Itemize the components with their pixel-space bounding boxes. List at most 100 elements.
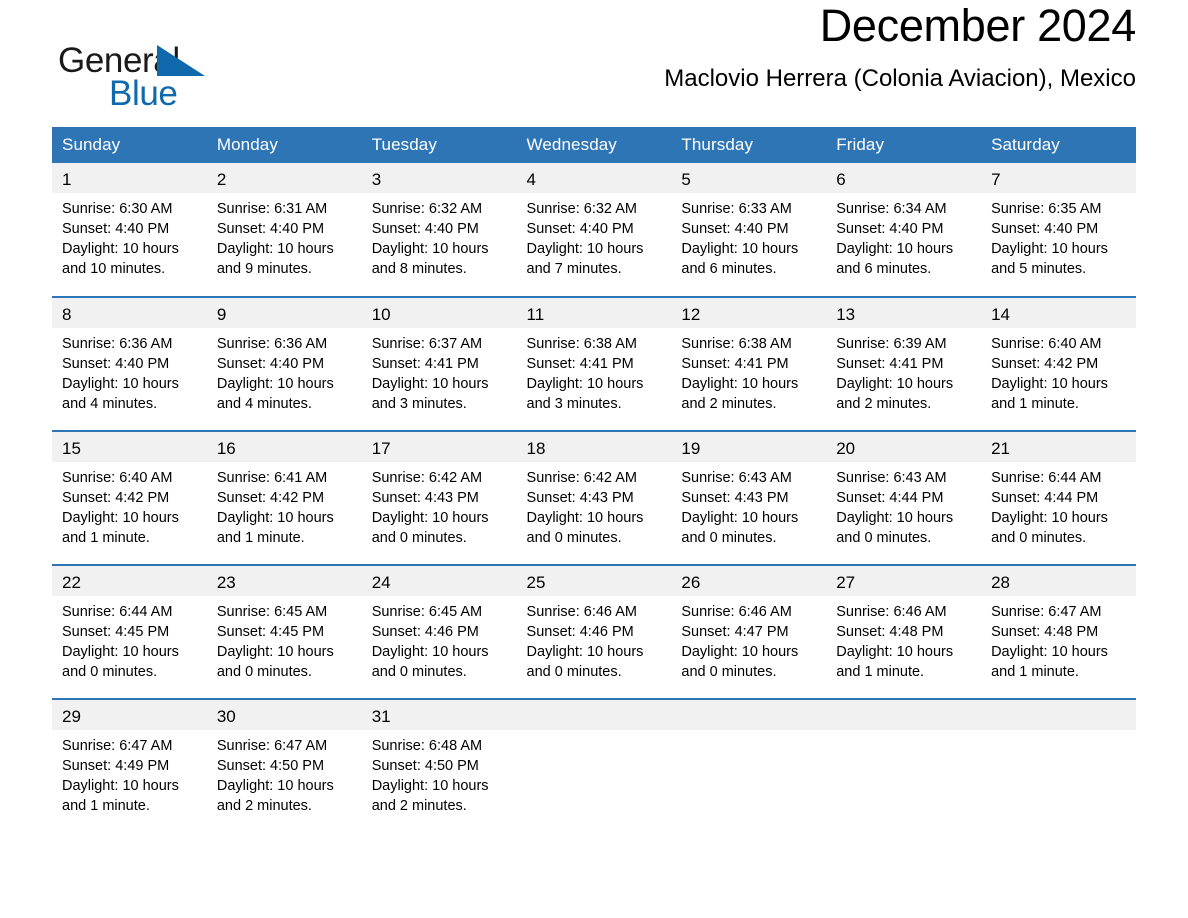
sunset-time: Sunset: 4:41 PM [681, 356, 789, 372]
calendar-day-cell[interactable]: 4 Sunrise: 6:32 AM Sunset: 4:40 PM Daylight… [516, 163, 672, 297]
daylight-duration-line1: Daylight: 10 hours [371, 376, 489, 392]
daylight-duration-line1: Daylight: 10 hours [371, 778, 489, 794]
calendar-day-cell[interactable]: 8 Sunrise: 6:36 AM Sunset: 4:40 PM Daylight… [52, 296, 207, 431]
day-details: Sunrise: 6:31 AM Sunset: 4:40 PM Daylight:… [207, 193, 362, 279]
sunrise-time: Sunrise: 6:30 AM [62, 201, 173, 217]
calendar-day-cell[interactable]: 3 Sunrise: 6:32 AM Sunset: 4:40 PM Daylight… [361, 163, 517, 297]
calendar-week-row: 1 Sunrise: 6:30 AM Sunset: 4:40 PM Daylight… [52, 163, 1136, 297]
calendar-day-cell[interactable]: 14 Sunrise: 6:40 AM Sunset: 4:42 PM Dayligh… [981, 296, 1136, 431]
weekday-header-monday: Monday [206, 127, 362, 163]
daylight-duration-line1: Daylight: 10 hours [991, 644, 1108, 660]
sunrise-time: Sunrise: 6:48 AM [371, 738, 483, 754]
day-details: Sunrise: 6:44 AM Sunset: 4:45 PM Daylight:… [52, 596, 207, 682]
day-number: 2 [206, 163, 362, 193]
sunrise-time: Sunrise: 6:43 AM [836, 470, 947, 486]
calendar-day-cell[interactable]: 1 Sunrise: 6:30 AM Sunset: 4:40 PM Daylight… [52, 163, 207, 297]
sunset-time: Sunset: 4:40 PM [836, 221, 944, 237]
sunset-time: Sunset: 4:43 PM [526, 490, 634, 506]
daylight-duration-line1: Daylight: 10 hours [836, 376, 954, 392]
empty-day-band [516, 700, 672, 730]
day-number: 31 [361, 700, 517, 730]
day-number: 1 [52, 163, 207, 193]
daylight-duration-line2: and 0 minutes. [836, 530, 932, 546]
sunrise-time: Sunrise: 6:40 AM [991, 336, 1102, 352]
daylight-duration-line1: Daylight: 10 hours [681, 644, 799, 660]
calendar-day-cell[interactable]: 18 Sunrise: 6:42 AM Sunset: 4:43 PM Dayligh… [516, 430, 672, 565]
sunrise-time: Sunrise: 6:35 AM [991, 201, 1102, 217]
sunrise-time: Sunrise: 6:45 AM [371, 604, 483, 620]
calendar-day-cell[interactable]: 2 Sunrise: 6:31 AM Sunset: 4:40 PM Daylight… [206, 163, 362, 297]
calendar-day-cell[interactable]: 25 Sunrise: 6:46 AM Sunset: 4:46 PM Dayligh… [516, 564, 672, 699]
calendar-day-cell[interactable]: 15 Sunrise: 6:40 AM Sunset: 4:42 PM Dayligh… [52, 430, 207, 565]
empty-day-band [981, 700, 1136, 730]
calendar-day-cell[interactable]: 21 Sunrise: 6:44 AM Sunset: 4:44 PM Dayligh… [981, 430, 1136, 565]
calendar-day-cell[interactable]: 11 Sunrise: 6:38 AM Sunset: 4:41 PM Dayligh… [516, 296, 672, 431]
day-details: Sunrise: 6:48 AM Sunset: 4:50 PM Daylight:… [362, 730, 517, 816]
calendar-day-cell[interactable]: 12 Sunrise: 6:38 AM Sunset: 4:41 PM Dayligh… [671, 296, 827, 431]
sunrise-time: Sunrise: 6:45 AM [216, 604, 328, 620]
sunset-time: Sunset: 4:41 PM [836, 356, 944, 372]
calendar-day-cell[interactable]: 23 Sunrise: 6:45 AM Sunset: 4:45 PM Dayligh… [206, 564, 362, 699]
brand-triangle-icon [157, 45, 205, 76]
daylight-duration-line1: Daylight: 10 hours [836, 241, 954, 257]
daylight-duration-line1: Daylight: 10 hours [62, 510, 179, 526]
calendar-day-cell[interactable]: 6 Sunrise: 6:34 AM Sunset: 4:40 PM Daylight… [826, 163, 982, 297]
general-blue-logo[interactable]: General Blue [58, 43, 238, 121]
sunrise-time: Sunrise: 6:41 AM [216, 470, 328, 486]
day-details: Sunrise: 6:40 AM Sunset: 4:42 PM Daylight:… [981, 328, 1136, 414]
calendar-day-cell[interactable]: 26 Sunrise: 6:46 AM Sunset: 4:47 PM Dayligh… [671, 564, 827, 699]
daylight-duration-line2: and 1 minute. [991, 396, 1079, 412]
calendar-day-cell[interactable]: 22 Sunrise: 6:44 AM Sunset: 4:45 PM Dayligh… [52, 564, 207, 699]
sunrise-time: Sunrise: 6:46 AM [836, 604, 947, 620]
daylight-duration-line2: and 8 minutes. [371, 261, 467, 277]
calendar-empty-cell [826, 698, 982, 833]
daylight-duration-line2: and 4 minutes. [62, 396, 158, 412]
sunrise-sunset-calendar: Sunday Monday Tuesday Wednesday Thursday… [52, 127, 1136, 833]
calendar-day-cell[interactable]: 19 Sunrise: 6:43 AM Sunset: 4:43 PM Dayligh… [671, 430, 827, 565]
daylight-duration-line1: Daylight: 10 hours [216, 376, 334, 392]
daylight-duration-line2: and 2 minutes. [371, 798, 467, 814]
calendar-day-cell[interactable]: 27 Sunrise: 6:46 AM Sunset: 4:48 PM Dayligh… [826, 564, 982, 699]
daylight-duration-line1: Daylight: 10 hours [681, 510, 799, 526]
calendar-body: 1 Sunrise: 6:30 AM Sunset: 4:40 PM Daylight… [52, 163, 1136, 833]
day-number: 27 [826, 566, 982, 596]
sunrise-time: Sunrise: 6:34 AM [836, 201, 947, 217]
calendar-day-cell[interactable]: 17 Sunrise: 6:42 AM Sunset: 4:43 PM Dayligh… [361, 430, 517, 565]
daylight-duration-line2: and 1 minute. [216, 530, 305, 546]
calendar-day-cell[interactable]: 31 Sunrise: 6:48 AM Sunset: 4:50 PM Dayligh… [361, 698, 517, 833]
sunrise-time: Sunrise: 6:47 AM [991, 604, 1102, 620]
sunrise-time: Sunrise: 6:47 AM [62, 738, 173, 754]
calendar-day-cell[interactable]: 9 Sunrise: 6:36 AM Sunset: 4:40 PM Daylight… [206, 296, 362, 431]
daylight-duration-line1: Daylight: 10 hours [526, 644, 644, 660]
weekday-header-tuesday: Tuesday [361, 127, 517, 163]
daylight-duration-line2: and 1 minute. [991, 664, 1079, 680]
daylight-duration-line2: and 0 minutes. [526, 530, 622, 546]
calendar-day-cell[interactable]: 28 Sunrise: 6:47 AM Sunset: 4:48 PM Dayligh… [981, 564, 1136, 699]
daylight-duration-line1: Daylight: 10 hours [836, 644, 954, 660]
calendar-day-cell[interactable]: 20 Sunrise: 6:43 AM Sunset: 4:44 PM Dayligh… [826, 430, 982, 565]
calendar-day-cell[interactable]: 29 Sunrise: 6:47 AM Sunset: 4:49 PM Dayligh… [52, 698, 207, 833]
calendar-day-cell[interactable]: 13 Sunrise: 6:39 AM Sunset: 4:41 PM Dayligh… [826, 296, 982, 431]
sunrise-time: Sunrise: 6:46 AM [526, 604, 637, 620]
daylight-duration-line2: and 9 minutes. [216, 261, 312, 277]
calendar-day-cell[interactable]: 7 Sunrise: 6:35 AM Sunset: 4:40 PM Daylight… [981, 163, 1136, 297]
daylight-duration-line2: and 0 minutes. [991, 530, 1087, 546]
weekday-header-friday: Friday [826, 127, 982, 163]
calendar-day-cell[interactable]: 5 Sunrise: 6:33 AM Sunset: 4:40 PM Daylight… [671, 163, 827, 297]
day-details: Sunrise: 6:47 AM Sunset: 4:48 PM Daylight:… [981, 596, 1136, 682]
calendar-day-cell[interactable]: 24 Sunrise: 6:45 AM Sunset: 4:46 PM Dayligh… [361, 564, 517, 699]
day-number: 3 [361, 163, 517, 193]
daylight-duration-line2: and 0 minutes. [681, 664, 777, 680]
sunrise-time: Sunrise: 6:38 AM [526, 336, 637, 352]
weekday-header-thursday: Thursday [671, 127, 827, 163]
calendar-day-cell[interactable]: 10 Sunrise: 6:37 AM Sunset: 4:41 PM Dayligh… [361, 296, 517, 431]
calendar-day-cell[interactable]: 30 Sunrise: 6:47 AM Sunset: 4:50 PM Dayligh… [206, 698, 362, 833]
sunset-time: Sunset: 4:40 PM [526, 221, 634, 237]
daylight-duration-line2: and 0 minutes. [681, 530, 777, 546]
calendar-day-cell[interactable]: 16 Sunrise: 6:41 AM Sunset: 4:42 PM Dayligh… [206, 430, 362, 565]
daylight-duration-line2: and 5 minutes. [991, 261, 1087, 277]
sunset-time: Sunset: 4:43 PM [371, 490, 479, 506]
calendar-empty-cell [516, 698, 672, 833]
day-details: Sunrise: 6:42 AM Sunset: 4:43 PM Daylight:… [517, 462, 672, 548]
location-subtitle: Maclovio Herrera (Colonia Aviacion), Mex… [664, 64, 1136, 92]
